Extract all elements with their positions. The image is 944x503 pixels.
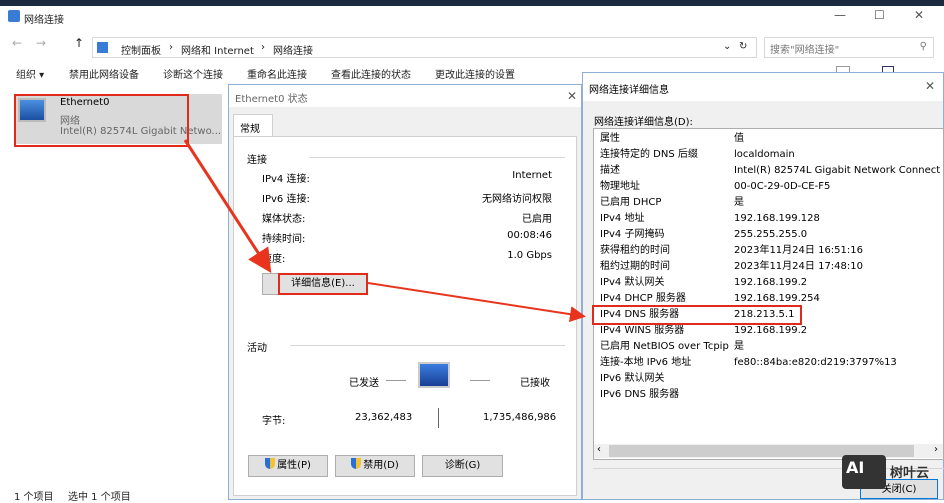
arrow [183, 139, 272, 274]
watermark-text: 树叶云 [890, 466, 930, 481]
arrow [367, 282, 586, 323]
annotation-arrows [183, 139, 586, 323]
watermark-logo: AI [842, 455, 886, 489]
